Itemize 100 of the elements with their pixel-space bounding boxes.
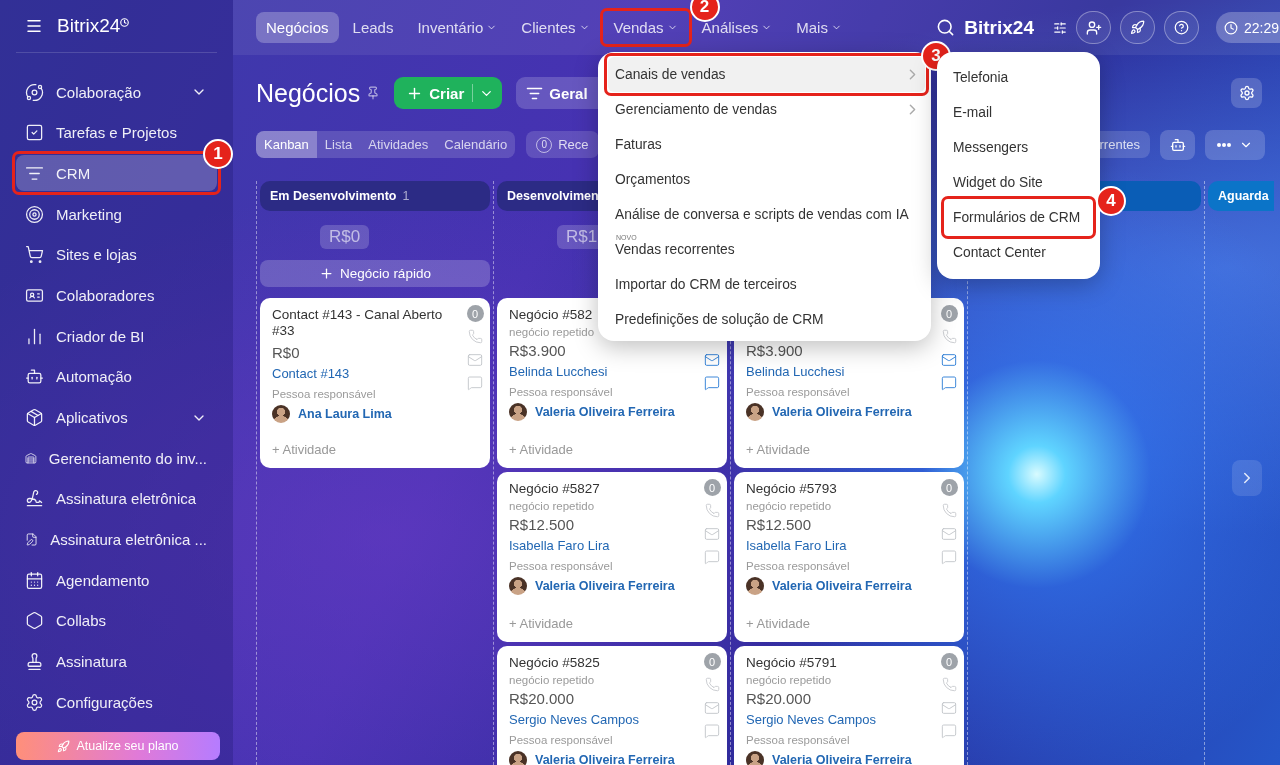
rocket-button[interactable] — [1120, 11, 1155, 44]
mail-icon[interactable] — [704, 351, 720, 368]
invite-button[interactable] — [1076, 11, 1111, 44]
robot-button[interactable] — [1160, 129, 1195, 160]
sidebar-item[interactable]: Marketing — [16, 196, 217, 233]
counter-chip[interactable]: 0 Rece — [526, 131, 599, 158]
menu-item[interactable]: Widget do Site — [945, 165, 1092, 200]
sidebar-item[interactable]: Assinatura eletrônica ... — [16, 521, 217, 558]
responsible-link[interactable]: Valeria Oliveira Ferreira — [772, 405, 912, 419]
mail-icon[interactable] — [941, 525, 957, 542]
menu-item[interactable]: Contact Center — [945, 235, 1092, 270]
scroll-right-button[interactable] — [1232, 460, 1262, 496]
pin-icon[interactable] — [366, 86, 381, 100]
sliders-icon[interactable] — [1053, 20, 1067, 35]
deal-amount: R$20.000 — [509, 689, 575, 709]
sidebar-item[interactable]: Assinatura eletrônica — [16, 480, 217, 517]
phone-icon[interactable] — [941, 677, 957, 692]
deal-amount: R$3.900 — [746, 341, 803, 361]
contact-link[interactable]: Sergio Neves Campos — [509, 709, 640, 731]
sidebar-item[interactable]: Collabs — [16, 602, 217, 639]
chat-icon[interactable] — [704, 374, 720, 391]
mail-icon[interactable] — [704, 525, 720, 542]
nav-tab[interactable]: Negócios — [256, 12, 339, 43]
chat-icon[interactable] — [941, 548, 957, 565]
menu-item[interactable]: Orçamentos — [608, 162, 925, 197]
chat-icon[interactable] — [704, 722, 720, 739]
phone-icon[interactable] — [704, 677, 720, 692]
menu-icon[interactable] — [25, 17, 43, 35]
responsible-link[interactable]: Valeria Oliveira Ferreira — [535, 579, 675, 593]
menu-item[interactable]: Importar do CRM de terceiros — [608, 267, 925, 302]
hexagon-icon — [25, 611, 44, 631]
sidebar-item[interactable]: Agendamento — [16, 562, 217, 599]
view-tab[interactable]: Lista — [316, 131, 361, 158]
responsible-label: Pessoa responsável — [509, 733, 613, 748]
mail-icon[interactable] — [467, 351, 483, 368]
mail-icon[interactable] — [941, 699, 957, 716]
mail-icon[interactable] — [704, 699, 720, 716]
responsible-link[interactable]: Ana Laura Lima — [298, 407, 392, 421]
view-tab[interactable]: Atividades — [360, 131, 437, 158]
sidebar-item[interactable]: Colaboração — [16, 74, 217, 110]
contact-link[interactable]: Isabella Faro Lira — [746, 535, 847, 557]
nav-tab[interactable]: Mais — [786, 12, 852, 43]
nav-tab[interactable]: Clientes — [511, 12, 600, 43]
responsible-label: Pessoa responsável — [509, 559, 613, 574]
avatar-icon — [272, 405, 290, 423]
menu-item[interactable]: E-mail — [945, 95, 1092, 130]
chat-icon[interactable] — [941, 374, 957, 391]
contact-link[interactable]: Sergio Neves Campos — [746, 709, 877, 731]
phone-icon[interactable] — [704, 503, 720, 518]
nav-tab[interactable]: Vendas — [603, 12, 688, 43]
settings-button[interactable] — [1231, 78, 1262, 108]
chat-icon[interactable] — [704, 548, 720, 565]
search-icon[interactable] — [936, 18, 956, 37]
sidebar-item[interactable]: Criador de BI — [16, 318, 217, 355]
more-button[interactable] — [1205, 129, 1265, 160]
contact-link[interactable]: Belinda Lucchesi — [746, 361, 845, 383]
avatar-icon — [509, 403, 527, 421]
chat-icon[interactable] — [467, 374, 483, 391]
menu-item[interactable]: Análise de conversa e scripts de vendas com IA — [608, 197, 925, 232]
phone-icon[interactable] — [941, 503, 957, 518]
deal-amount: R$20.000 — [746, 689, 812, 709]
callout-badge: 4 — [1096, 186, 1126, 216]
column-title: Aguarda — [1218, 189, 1269, 203]
chat-icon[interactable] — [941, 722, 957, 739]
quick-deal-button[interactable]: Negócio rápido — [260, 260, 490, 287]
phone-icon[interactable] — [467, 329, 483, 344]
menu-item[interactable]: Canais de vendas — [608, 57, 925, 92]
counter-badge: 0 — [466, 305, 484, 322]
mail-icon[interactable] — [941, 351, 957, 368]
responsible-link[interactable]: Valeria Oliveira Ferreira — [772, 753, 912, 765]
menu-item[interactable]: Faturas — [608, 127, 925, 162]
deal-amount: R$0 — [272, 343, 300, 363]
sidebar-item[interactable]: Aplicativos — [16, 399, 217, 436]
contact-link[interactable]: Isabella Faro Lira — [509, 535, 610, 557]
help-button[interactable] — [1164, 11, 1199, 44]
column-title: Desenvolvimen — [507, 189, 599, 203]
menu-item[interactable]: Predefinições de solução de CRM — [608, 302, 925, 337]
sidebar-item[interactable]: Colaboradores — [16, 277, 217, 314]
counter-badge: 0 — [703, 653, 721, 670]
sidebar-item[interactable]: Configurações — [16, 684, 217, 721]
sidebar-item[interactable]: Gerenciamento do inv... — [16, 440, 217, 477]
responsible-link[interactable]: Valeria Oliveira Ferreira — [535, 405, 675, 419]
responsible-label: Pessoa responsável — [272, 387, 376, 402]
contact-link[interactable]: Contact #143 — [272, 363, 350, 385]
view-tab[interactable]: Kanban — [256, 131, 317, 158]
sidebar-item[interactable]: Assinatura — [16, 643, 217, 680]
avatar-icon — [746, 577, 764, 595]
nav-tab[interactable]: Inventário — [407, 12, 508, 43]
nav-tab[interactable]: Leads — [342, 12, 404, 43]
menu-item[interactable]: Messengers — [945, 130, 1092, 165]
sidebar-item[interactable]: Automação — [16, 358, 217, 395]
menu-item[interactable]: Formulários de CRM — [945, 200, 1092, 235]
contact-link[interactable]: Belinda Lucchesi — [509, 361, 608, 383]
phone-icon[interactable] — [941, 329, 957, 344]
responsible-link[interactable]: Valeria Oliveira Ferreira — [535, 753, 675, 765]
responsible-link[interactable]: Valeria Oliveira Ferreira — [772, 579, 912, 593]
clock-button[interactable]: 22:29 — [1216, 12, 1280, 43]
responsible-label: Pessoa responsável — [746, 385, 850, 400]
sidebar-item[interactable]: Sites e lojas — [16, 236, 217, 273]
view-tab[interactable]: Calendário — [436, 131, 516, 158]
